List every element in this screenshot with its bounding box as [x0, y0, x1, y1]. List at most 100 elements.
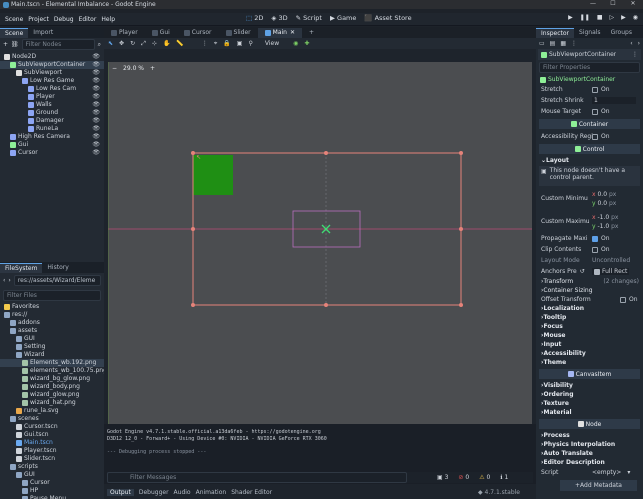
checkbox[interactable] [592, 246, 598, 253]
transform-gizmo-icon[interactable]: ◉ [293, 40, 298, 47]
play-custom-icon[interactable]: ▶ [621, 14, 626, 21]
file-item[interactable]: assets [0, 327, 104, 335]
new-resource-icon[interactable]: ▭ [539, 40, 545, 47]
vector-editor[interactable]: x 0.0 px y 0.0 px [592, 191, 616, 207]
x-field[interactable]: x 0.0 px [592, 191, 616, 198]
rotate-tool-icon[interactable]: ↻ [130, 40, 135, 47]
tab-shader-editor[interactable]: Shader Editor [231, 489, 272, 496]
scene-node[interactable]: SubViewportContainer 👁 [0, 61, 104, 69]
tab-filesystem[interactable]: FileSystem [0, 263, 43, 273]
scene-node[interactable]: Damager 👁 [0, 117, 104, 125]
inspector-section[interactable]: › Process [536, 431, 643, 440]
tab-animation[interactable]: Animation [196, 489, 227, 496]
dropdown-icon[interactable]: ▾ [627, 469, 630, 476]
skeleton-icon[interactable]: ⚲ [248, 40, 252, 47]
inspector-section[interactable]: › Visibility [536, 381, 643, 390]
file-item[interactable]: rune_la.svg [0, 407, 104, 415]
forward-icon[interactable]: › [8, 277, 10, 284]
file-item[interactable]: elements_wb_100.75.png [0, 367, 107, 375]
file-item[interactable]: wizard_glow.png [0, 391, 104, 399]
minimize-icon[interactable]: — [583, 0, 603, 7]
select-tool-icon[interactable]: ⬉ [108, 40, 113, 47]
lock-icon[interactable]: 🔒 [223, 40, 230, 47]
back-icon[interactable]: ‹ [3, 277, 5, 284]
editor-count[interactable]: ℹ 1 [500, 474, 508, 481]
history-back-icon[interactable]: ‹ [630, 40, 632, 47]
mode-script-button[interactable]: ✎ Script [296, 14, 322, 22]
inspector-section[interactable]: › Input [536, 340, 643, 349]
file-item[interactable]: scripts [0, 463, 104, 471]
handle-t[interactable] [324, 151, 328, 155]
scene-node[interactable]: Player 👁 [0, 93, 104, 101]
handle-tl[interactable] [191, 151, 195, 155]
scene-node[interactable]: Low Res Game 👁 [0, 77, 104, 85]
scene-tab-player[interactable]: Player [104, 28, 145, 38]
smart-snap-icon[interactable]: ⌖ [214, 40, 217, 48]
inspector-section[interactable]: › Physics Interpolation [536, 440, 643, 449]
checkbox[interactable] [592, 86, 598, 93]
scene-node[interactable]: Ground 👁 [0, 109, 104, 117]
file-item[interactable]: Wizard [0, 351, 104, 359]
menu-debug[interactable]: Debug [54, 16, 74, 23]
inspector-section[interactable]: › Mouse [536, 331, 643, 340]
green-sprite[interactable] [193, 155, 233, 195]
add-metadata-button[interactable]: + Add Metadata [560, 480, 637, 491]
history-forward-icon[interactable]: › [638, 40, 640, 47]
prop-value[interactable]: On [592, 133, 610, 140]
visibility-icon[interactable]: 👁 [92, 61, 100, 69]
tab-groups[interactable]: Groups [606, 28, 637, 38]
scene-node[interactable]: RuneLa 👁 [0, 125, 104, 133]
scene-node[interactable]: High Res Camera 👁 [0, 133, 104, 141]
handle-br[interactable] [459, 303, 463, 307]
tab-output[interactable]: Output [107, 488, 134, 496]
tab-debugger[interactable]: Debugger [139, 489, 169, 496]
anchor-icon[interactable]: ✚ [304, 40, 309, 47]
visibility-icon[interactable]: 👁 [92, 109, 100, 117]
close-tab-icon[interactable]: ✕ [290, 28, 295, 38]
script-picker[interactable]: <empty> ▾ [592, 469, 630, 476]
visibility-icon[interactable]: 👁 [92, 117, 100, 125]
inspector-section[interactable]: › Theme [536, 358, 643, 367]
file-item[interactable]: addons [0, 319, 104, 327]
scene-node[interactable]: Low Res Cam 👁 [0, 85, 104, 93]
add-node-icon[interactable]: + [3, 41, 8, 48]
inspector-section[interactable]: › Texture [536, 399, 643, 408]
x-field[interactable]: x -1.0 px [592, 214, 618, 221]
handle-l[interactable] [191, 227, 195, 231]
handle-b[interactable] [324, 303, 328, 307]
inspector-section[interactable]: › Tooltip [536, 313, 643, 322]
file-item[interactable]: wizard_bg_glow.png [0, 375, 104, 383]
file-item[interactable]: Pause Menu [0, 495, 104, 499]
checkbox[interactable] [592, 235, 598, 242]
group-icon[interactable]: ▣ [237, 40, 243, 47]
file-item[interactable]: Favorites [0, 303, 104, 311]
section-container-sizing[interactable]: › Container Sizing [536, 286, 643, 295]
scene-tab-gui[interactable]: Gui [145, 28, 177, 38]
file-item[interactable]: GUI [0, 471, 104, 479]
prop-value[interactable]: Uncontrolled [592, 257, 630, 264]
file-item[interactable]: Player.tscn [0, 447, 104, 455]
prop-value[interactable]: On [592, 246, 610, 253]
close-icon[interactable]: ✕ [623, 0, 643, 7]
zoom-out-icon[interactable]: − [112, 65, 117, 72]
stretch-shrink-spinbox[interactable]: 1 [592, 97, 636, 104]
file-item[interactable]: GUI [0, 335, 104, 343]
filter-files-input[interactable]: Filter Files [3, 290, 101, 301]
pan-tool-icon[interactable]: ✋ [163, 40, 170, 47]
file-item[interactable]: res:// [0, 311, 104, 319]
maximize-icon[interactable]: ☐ [603, 0, 623, 7]
canvas-viewport[interactable]: ↖ − 29.0 % + [108, 62, 532, 424]
mode-game-button[interactable]: ▶ Game [330, 14, 356, 22]
inspector-section[interactable]: › Ordering [536, 390, 643, 399]
visibility-icon[interactable]: 👁 [92, 69, 100, 77]
checkbox[interactable] [592, 108, 598, 115]
handle-bl[interactable] [191, 303, 195, 307]
add-scene-tab-button[interactable]: + [302, 28, 321, 38]
file-item[interactable]: Gui.tscn [0, 431, 104, 439]
file-item[interactable]: wizard_hat.png [0, 399, 104, 407]
visibility-icon[interactable]: 👁 [92, 85, 100, 93]
vector-editor[interactable]: x -1.0 px y -1.0 px [592, 214, 618, 230]
visibility-icon[interactable]: 👁 [92, 125, 100, 133]
tab-audio[interactable]: Audio [174, 489, 191, 496]
scale-tool-icon[interactable]: ⤢ [141, 40, 146, 48]
